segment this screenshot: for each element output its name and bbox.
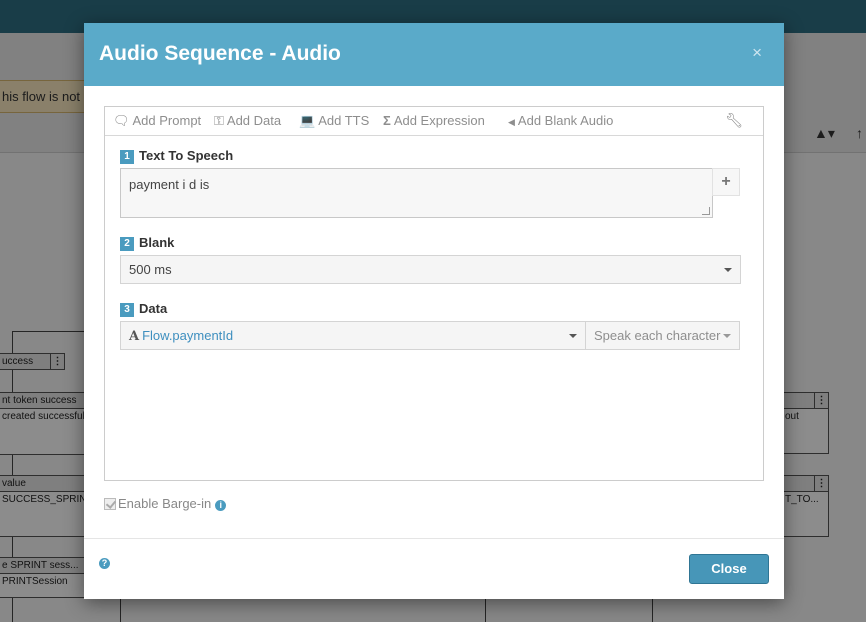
add-prompt-label: Add Prompt (132, 113, 202, 128)
add-expression-button[interactable]: Σ Add Expression (383, 113, 485, 128)
segment-title: Data (139, 301, 168, 316)
database-icon: ⚿ (214, 113, 224, 128)
dialog-header: Audio Sequence - Audio × (84, 23, 784, 86)
footer-divider (84, 538, 784, 539)
segment-label-blank: 2 Blank (120, 235, 174, 251)
segment-number-badge: 1 (120, 150, 134, 164)
blank-duration-value: 500 ms (129, 262, 172, 277)
add-tts-label: Add TTS (318, 113, 370, 128)
segment-label-tts: 1 Text To Speech (120, 148, 233, 164)
wrench-icon[interactable]: 🔧︎ (725, 112, 743, 129)
audio-sequence-editor: 🗨 Add Prompt ⚿ Add Data 💻 Add TTS Σ Add Expr… (104, 106, 764, 481)
tts-text-input[interactable]: payment i d is (120, 168, 713, 218)
barge-in-checkbox[interactable] (104, 498, 116, 510)
speech-bubble-icon: 🗨 (113, 113, 130, 128)
speak-format-value: Speak each character (594, 328, 721, 343)
barge-in-option[interactable]: Enable Barge-in i (104, 496, 227, 511)
add-tts-button[interactable]: 💻 Add TTS (299, 113, 369, 129)
audio-sequence-dialog: Audio Sequence - Audio × 🗨 Add Prompt ⚿ Ad… (84, 23, 784, 599)
help-icon[interactable]: ? (99, 558, 110, 569)
data-variable-value: Flow.paymentId (142, 328, 234, 343)
dialog-title: Audio Sequence - Audio (99, 42, 341, 65)
add-segment-plus-button[interactable]: + (712, 168, 740, 196)
blank-duration-select[interactable]: 500 ms (120, 255, 741, 284)
laptop-icon: 💻 (299, 113, 316, 128)
segment-label-data: 3 Data (120, 301, 167, 317)
segment-number-badge: 2 (120, 237, 134, 251)
chevron-down-icon (569, 334, 577, 338)
add-prompt-button[interactable]: 🗨 Add Prompt (113, 113, 201, 129)
add-data-label: Add Data (226, 113, 282, 128)
add-blank-audio-button[interactable]: ◀ Add Blank Audio (508, 113, 613, 128)
segment-title: Blank (139, 235, 175, 250)
add-data-button[interactable]: ⚿ Add Data (214, 113, 281, 129)
data-variable-select[interactable]: A Flow.paymentId (120, 321, 586, 350)
segment-number-badge: 3 (120, 303, 134, 317)
segment-title: Text To Speech (139, 148, 234, 163)
editor-toolbar: 🗨 Add Prompt ⚿ Add Data 💻 Add TTS Σ Add Expr… (105, 107, 763, 136)
info-icon[interactable]: i (215, 500, 227, 511)
close-icon[interactable]: × (752, 43, 762, 63)
sigma-icon: Σ (383, 113, 391, 128)
chevron-down-icon (724, 268, 732, 272)
barge-in-label: Enable Barge-in (118, 496, 212, 511)
speak-format-select[interactable]: Speak each character (585, 321, 740, 350)
string-type-icon: A (129, 329, 140, 344)
add-blank-audio-label: Add Blank Audio (517, 113, 614, 128)
speaker-icon: ◀ (508, 117, 515, 127)
add-expression-label: Add Expression (393, 113, 485, 128)
close-button[interactable]: Close (689, 554, 769, 584)
chevron-down-icon (723, 334, 731, 338)
